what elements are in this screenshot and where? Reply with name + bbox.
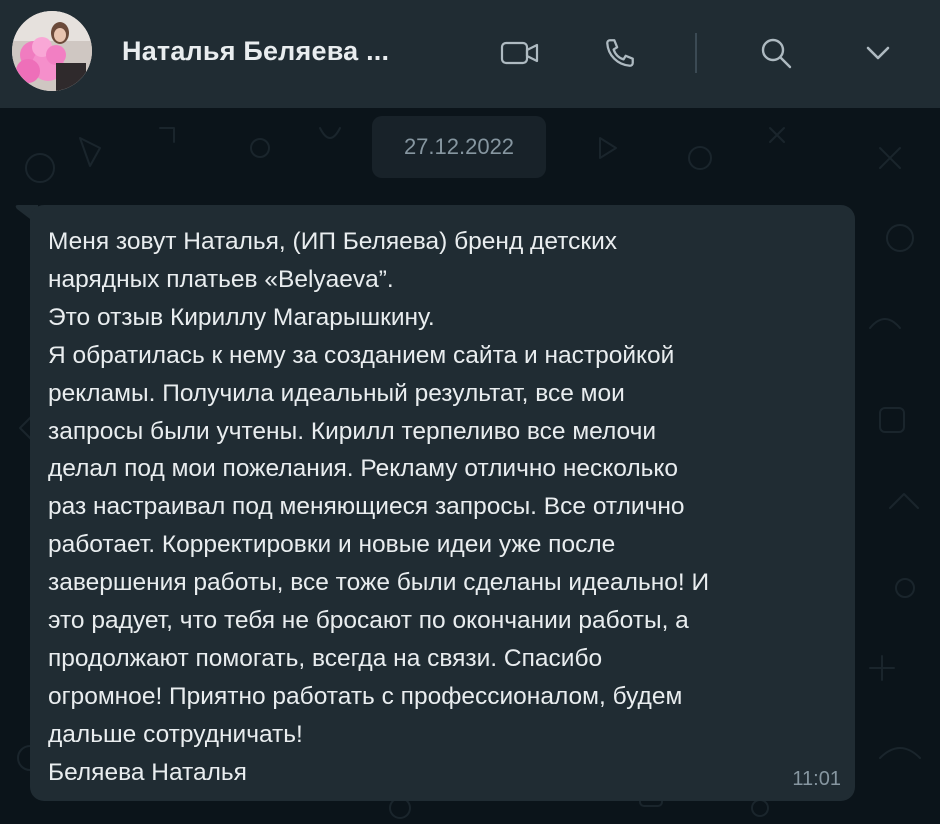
- avatar-photo: [12, 11, 92, 91]
- contact-avatar[interactable]: [12, 11, 92, 91]
- message-bubble[interactable]: Меня зовут Наталья, (ИП Беляева) бренд д…: [30, 205, 855, 801]
- message-text: Меня зовут Наталья, (ИП Беляева) бренд д…: [48, 228, 710, 786]
- chat-header: Наталья Беляева ...: [0, 0, 940, 108]
- message-time: 11:01: [792, 768, 841, 790]
- header-divider: [695, 33, 697, 73]
- search-icon[interactable]: [753, 30, 799, 76]
- video-call-icon[interactable]: [496, 34, 544, 72]
- chat-window: Наталья Беляева ... 27.12.2022 Меня зову…: [0, 0, 940, 824]
- date-separator: 27.12.2022: [372, 116, 546, 178]
- phone-call-icon[interactable]: [598, 31, 642, 75]
- contact-name[interactable]: Наталья Беляева ...: [122, 36, 389, 67]
- chevron-down-icon[interactable]: [858, 34, 898, 72]
